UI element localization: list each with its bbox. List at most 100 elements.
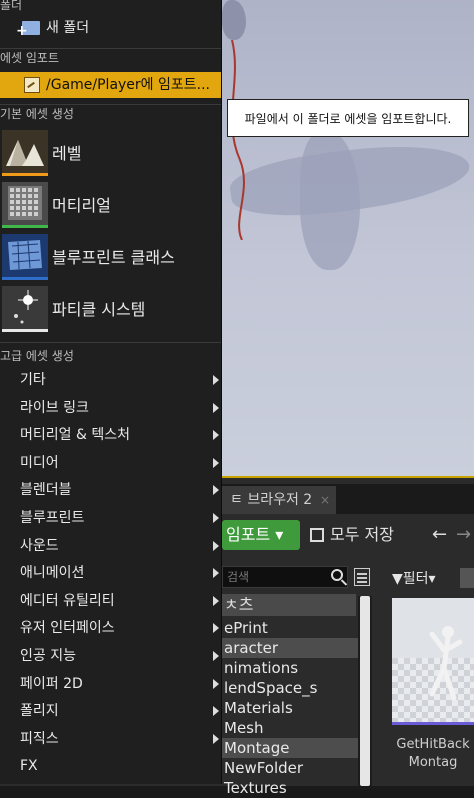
blueprint-icon — [2, 234, 48, 280]
advanced-item[interactable]: 폴리지 — [0, 697, 221, 725]
chevron-right-icon — [213, 568, 219, 579]
new-folder-icon — [16, 17, 40, 45]
folder-tree-item[interactable]: ePrint — [222, 618, 362, 638]
advanced-item[interactable]: 사운드 — [0, 532, 221, 560]
import-button[interactable]: 임포트 ▾ — [222, 520, 300, 550]
chevron-right-icon — [213, 733, 219, 744]
new-folder-label: 새 폴더 — [46, 20, 90, 36]
content-browser-tab-label: ㅌ 브라우저 2 — [230, 492, 313, 508]
advanced-item[interactable]: 페이퍼 2D — [0, 670, 221, 698]
material-icon — [2, 182, 48, 228]
basic-item-level[interactable]: 레벨 — [0, 128, 221, 180]
scrollbar-thumb[interactable] — [360, 596, 370, 786]
chevron-right-icon — [213, 513, 219, 523]
chevron-right-icon — [213, 706, 219, 717]
advanced-item-label: 페이퍼 2D — [20, 675, 83, 692]
advanced-item[interactable]: 피직스 — [0, 725, 221, 753]
character-outline — [231, 40, 245, 240]
basic-item-particle[interactable]: 파티클 시스템 — [0, 284, 221, 336]
advanced-item[interactable]: 블루프린트 — [0, 504, 221, 532]
chevron-right-icon — [213, 651, 219, 661]
folder-tree-item[interactable]: Mesh — [222, 718, 362, 738]
advanced-item-label: 유저 인터페이스 — [20, 620, 115, 637]
basic-item-label: 파티클 시스템 — [52, 300, 146, 319]
folder-search-input[interactable]: 검색 — [222, 566, 348, 588]
level-icon — [2, 130, 48, 176]
basic-item-label: 블루프린트 클래스 — [52, 248, 175, 267]
folder-tree-item[interactable]: NewFolder — [222, 758, 362, 778]
chevron-right-icon — [213, 402, 219, 413]
advanced-item-label: 머티리얼 & 텍스처 — [20, 427, 130, 444]
advanced-item-label: 블렌더블 — [20, 482, 72, 499]
add-new-context-menu: 폴더 새 폴더 에셋 임포트 /Game/Player에 임포트... 기본 에… — [0, 0, 222, 784]
advanced-item[interactable]: 유저 인터페이스 — [0, 614, 221, 642]
advanced-item[interactable]: FX — [0, 752, 221, 780]
advanced-item[interactable]: 머티리얼 & 텍스처 — [0, 421, 221, 449]
asset-name-line1: GetHitBack — [396, 737, 470, 752]
basic-item-label: 머티리얼 — [52, 196, 111, 215]
save-icon — [310, 528, 324, 542]
add-filter-button[interactable] — [460, 568, 474, 588]
advanced-item[interactable]: 블렌더블 — [0, 476, 221, 504]
advanced-item-label: 라이브 링크 — [20, 399, 89, 416]
import-to-folder-label: /Game/Player에 임포트... — [46, 77, 210, 93]
basic-item-material[interactable]: 머티리얼 — [0, 180, 221, 232]
advanced-item-label: 블루프린트 — [20, 510, 85, 526]
folder-tree-item[interactable]: Materials — [222, 698, 362, 718]
search-icon[interactable] — [331, 569, 343, 581]
new-folder-item[interactable]: 새 폴더 — [0, 14, 221, 45]
folder-tree-item[interactable]: Textures — [222, 778, 362, 798]
folder-tree-header[interactable]: ㅊ츠 — [222, 594, 356, 616]
advanced-item[interactable]: 인공 지능 — [0, 642, 221, 670]
advanced-item-label: 에디터 유틸리티 — [20, 592, 115, 609]
advanced-item-label: FX — [20, 758, 38, 775]
folder-tree-item[interactable]: nimations — [222, 658, 362, 678]
folder-tree-item[interactable]: lendSpace_s — [222, 678, 362, 698]
basic-item-label: 레벨 — [52, 144, 82, 163]
advanced-item-label: 피직스 — [20, 730, 59, 747]
folder-tree-item[interactable]: aracter — [222, 638, 362, 658]
save-all-label: 모두 저장 — [330, 525, 394, 544]
save-all-button[interactable]: 모두 저장 — [310, 520, 420, 550]
chevron-right-icon — [213, 595, 219, 606]
view-options-icon[interactable] — [354, 568, 370, 586]
character-mesh — [222, 0, 246, 40]
folder-tree-scrollbar[interactable] — [358, 596, 372, 786]
basic-item-blueprint[interactable]: 블루프린트 클래스 — [0, 232, 221, 284]
back-arrow-icon[interactable]: ← — [432, 524, 447, 545]
advanced-item[interactable]: 에디터 유틸리티 — [0, 587, 221, 615]
chevron-right-icon — [213, 457, 219, 468]
advanced-item-label: 사운드 — [20, 537, 59, 554]
asset-thumbnail[interactable] — [392, 598, 474, 725]
chevron-right-icon — [213, 678, 219, 689]
section-import-header: 에셋 임포트 — [0, 48, 221, 68]
filter-button[interactable]: ▼필터▾ — [392, 568, 436, 588]
chevron-right-icon — [213, 485, 219, 496]
chevron-right-icon — [213, 375, 219, 385]
chevron-right-icon — [213, 623, 219, 634]
section-basic-header: 기본 에셋 생성 — [0, 104, 221, 124]
import-to-folder-item[interactable]: /Game/Player에 임포트... — [0, 72, 221, 98]
import-icon — [24, 77, 40, 93]
particle-icon — [2, 286, 48, 332]
asset-caption: GetHitBack Montag — [392, 736, 474, 772]
chevron-right-icon — [213, 540, 219, 551]
chevron-right-icon — [213, 430, 219, 441]
folder-tree-item[interactable]: Montage — [222, 738, 362, 758]
advanced-item-label: 폴리지 — [20, 703, 59, 720]
close-icon[interactable]: × — [320, 486, 330, 514]
advanced-item-label: 미디어 — [20, 454, 59, 471]
advanced-item-label: 애니메이션 — [20, 565, 85, 582]
advanced-item[interactable]: 기타 — [0, 366, 221, 394]
advanced-item-label: 기타 — [20, 372, 46, 388]
section-advanced-header: 고급 에셋 생성 — [0, 342, 221, 364]
folder-tree: ePrint aracter nimations lendSpace_s Materia… — [222, 618, 362, 798]
advanced-item[interactable]: 미디어 — [0, 449, 221, 477]
advanced-item[interactable]: 애니메이션 — [0, 559, 221, 587]
advanced-item[interactable]: 라이브 링크 — [0, 394, 221, 422]
search-placeholder: 검색 — [227, 570, 250, 584]
import-tooltip: 파일에서 이 폴더로 에셋을 임포트합니다. — [227, 99, 469, 137]
asset-name-line2: Montag — [408, 755, 458, 770]
forward-arrow-icon[interactable]: → — [456, 524, 471, 545]
content-browser-tab[interactable]: ㅌ 브라우저 2 × — [222, 486, 336, 514]
